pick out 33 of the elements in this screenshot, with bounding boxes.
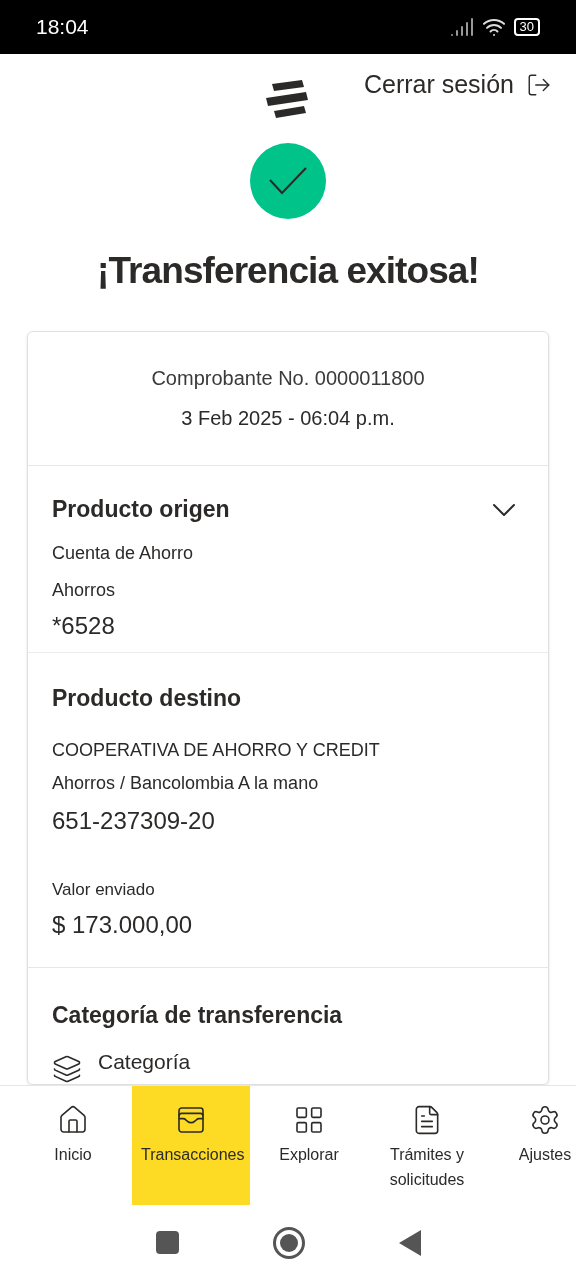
account-subtype: Ahorros [52, 578, 117, 602]
signal-icon [449, 15, 474, 39]
recipient-detail: Ahorros / Bancolombia A la mano [52, 772, 320, 795]
nav-tab[interactable]: Ajustes [486, 1086, 576, 1205]
nav-tab[interactable]: Inicio [14, 1086, 132, 1205]
battery-icon: 30 [513, 18, 540, 36]
receipt-date: 3 Feb 2025 - 06:04 p.m. [181, 406, 395, 431]
recent-apps-button[interactable] [155, 1231, 179, 1254]
nav-tab[interactable]: Trámites y solicitudes [368, 1086, 486, 1205]
section-title: Categoría de transferencia [52, 1000, 344, 1030]
success-title: ¡Transferencia exitosa! [96, 249, 480, 293]
home-button[interactable] [272, 1226, 305, 1259]
back-button[interactable] [398, 1229, 421, 1256]
nav-tab[interactable]: Explorar [250, 1086, 368, 1205]
account-type: Cuenta de Ahorro [52, 541, 195, 565]
section-title: Producto origen [52, 495, 230, 525]
amount-value: $ 173.000,00 [52, 909, 194, 940]
home-icon [57, 1104, 89, 1136]
account-number: 651-237309-20 [52, 806, 216, 836]
category-label: Categoría [98, 1049, 191, 1075]
layers-icon [52, 1054, 82, 1084]
amount-label: Valor enviado [52, 879, 156, 901]
recipient-name: COOPERATIVA DE AHORRO Y CREDIT [52, 739, 381, 762]
receipt-number: Comprobante No. 0000011800 [151, 366, 425, 391]
nav-tab[interactable]: Transacciones [132, 1086, 250, 1205]
account-number: *6528 [52, 610, 116, 641]
settings-icon [529, 1104, 561, 1136]
status-time: 18:04 [36, 14, 89, 41]
section-title: Producto destino [52, 683, 243, 713]
logout-button[interactable]: Cerrar sesión [363, 66, 552, 104]
logout-icon [526, 72, 552, 98]
logo-icon [266, 80, 310, 118]
grid-icon [293, 1104, 325, 1136]
